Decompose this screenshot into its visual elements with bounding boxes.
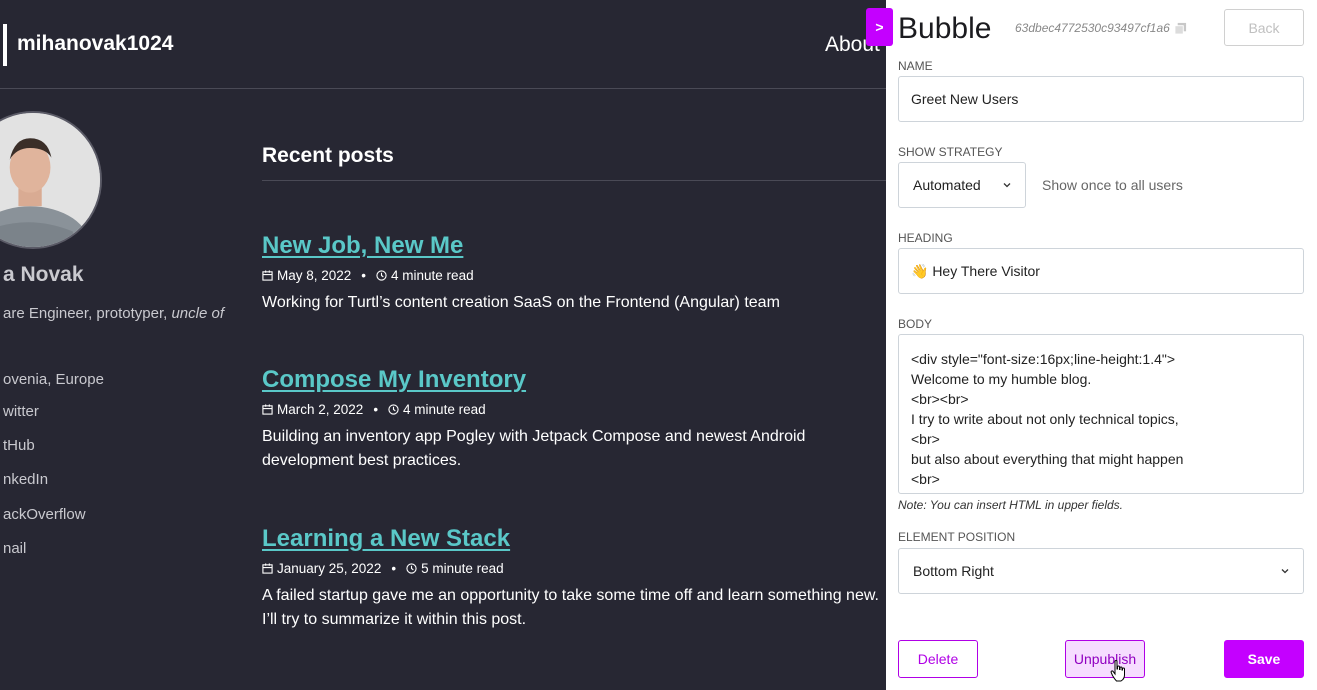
post-date: March 2, 2022 — [277, 402, 364, 417]
name-input[interactable]: Greet New Users — [898, 76, 1304, 122]
post-item: Learning a New Stack January 25, 2022 • … — [262, 525, 886, 632]
meta-separator: • — [391, 561, 397, 576]
bubble-editor-panel: Bubble 63dbec4772530c93497cf1a6 Back NAM… — [886, 0, 1317, 690]
location-text: ovenia, Europe — [3, 371, 104, 388]
linkedin-link[interactable]: nkedIn — [3, 471, 48, 488]
post-title-link[interactable]: Learning a New Stack — [262, 525, 510, 553]
body-line: <br> — [911, 431, 940, 447]
post-item: Compose My Inventory March 2, 2022 • 4 m… — [262, 366, 886, 473]
clock-icon — [406, 563, 417, 574]
meta-separator: • — [373, 402, 379, 417]
back-button[interactable]: Back — [1224, 9, 1304, 46]
clock-icon — [376, 270, 387, 281]
show-strategy-label: SHOW STRATEGY — [898, 145, 1003, 159]
name-label: NAME — [898, 59, 933, 73]
bubble-id: 63dbec4772530c93497cf1a6 — [1015, 21, 1187, 35]
body-line: Welcome to my humble blog. — [911, 371, 1092, 387]
calendar-icon — [262, 404, 273, 415]
author-bio: are Engineer, prototyper, uncle of — [3, 305, 224, 322]
unpublish-button[interactable]: Unpublish — [1065, 640, 1145, 678]
heading-label: HEADING — [898, 231, 953, 245]
show-strategy-description: Show once to all users — [1042, 177, 1183, 193]
element-position-select[interactable]: Bottom Right — [898, 548, 1304, 594]
panel-title: Bubble — [898, 12, 992, 45]
calendar-icon — [262, 563, 273, 574]
show-strategy-select[interactable]: Automated — [898, 162, 1026, 208]
author-bio-italic: uncle of — [171, 305, 224, 322]
delete-button[interactable]: Delete — [898, 640, 978, 678]
post-date: May 8, 2022 — [277, 268, 352, 283]
bubble-id-text: 63dbec4772530c93497cf1a6 — [1015, 21, 1170, 35]
author-avatar — [0, 111, 102, 249]
show-strategy-value: Automated — [913, 177, 981, 193]
post-meta: May 8, 2022 • 4 minute read — [262, 268, 886, 283]
section-divider — [262, 180, 886, 181]
chevron-down-icon — [1003, 183, 1011, 188]
body-line: <br> — [911, 471, 940, 487]
meta-separator: • — [361, 268, 367, 283]
body-line: but also about everything that might hap… — [911, 451, 1184, 467]
brand-accent-bar — [3, 24, 7, 66]
recent-posts-heading: Recent posts — [262, 144, 394, 167]
post-description: Building an inventory app Pogley with Je… — [262, 428, 806, 469]
post-item: New Job, New Me May 8, 2022 • 4 minute r… — [262, 232, 886, 315]
stackoverflow-link[interactable]: ackOverflow — [3, 506, 86, 523]
post-date: January 25, 2022 — [277, 561, 382, 576]
body-line: <div style="font-size:16px;line-height:1… — [911, 351, 1176, 367]
site-brand-link[interactable]: mihanovak1024 — [17, 32, 173, 56]
blog-page: mihanovak1024 About a Novak are Engineer… — [0, 0, 886, 690]
panel-toggle-button[interactable]: > — [866, 8, 893, 46]
save-button[interactable]: Save — [1224, 640, 1304, 678]
body-textarea[interactable]: <div style="font-size:16px;line-height:1… — [898, 334, 1304, 494]
github-link[interactable]: tHub — [3, 437, 35, 454]
post-read-time: 4 minute read — [391, 268, 474, 283]
body-line: <br><br> — [911, 391, 969, 407]
body-label: BODY — [898, 317, 933, 331]
post-title-link[interactable]: New Job, New Me — [262, 232, 463, 260]
twitter-link[interactable]: witter — [3, 403, 39, 420]
chevron-down-icon — [1281, 569, 1289, 574]
copy-icon[interactable] — [1174, 22, 1187, 35]
element-position-value: Bottom Right — [913, 563, 994, 579]
post-description: A failed startup gave me an opportunity … — [262, 587, 879, 628]
post-description: Working for Turtl’s content creation Saa… — [262, 294, 780, 311]
hand-pointer-icon — [1110, 660, 1125, 682]
author-bio-text: are Engineer, prototyper, — [3, 305, 172, 322]
post-read-time: 5 minute read — [421, 561, 504, 576]
site-header: mihanovak1024 About — [0, 0, 886, 89]
post-title-link[interactable]: Compose My Inventory — [262, 366, 526, 394]
email-link[interactable]: nail — [3, 540, 26, 557]
html-note: Note: You can insert HTML in upper field… — [898, 498, 1124, 512]
author-name: a Novak — [3, 263, 84, 286]
clock-icon — [388, 404, 399, 415]
post-meta: March 2, 2022 • 4 minute read — [262, 402, 886, 417]
element-position-label: ELEMENT POSITION — [898, 530, 1016, 544]
calendar-icon — [262, 270, 273, 281]
post-meta: January 25, 2022 • 5 minute read — [262, 561, 886, 576]
heading-input[interactable]: 👋 Hey There Visitor — [898, 248, 1304, 294]
post-read-time: 4 minute read — [403, 402, 486, 417]
body-line: I try to write about not only technical … — [911, 411, 1179, 427]
